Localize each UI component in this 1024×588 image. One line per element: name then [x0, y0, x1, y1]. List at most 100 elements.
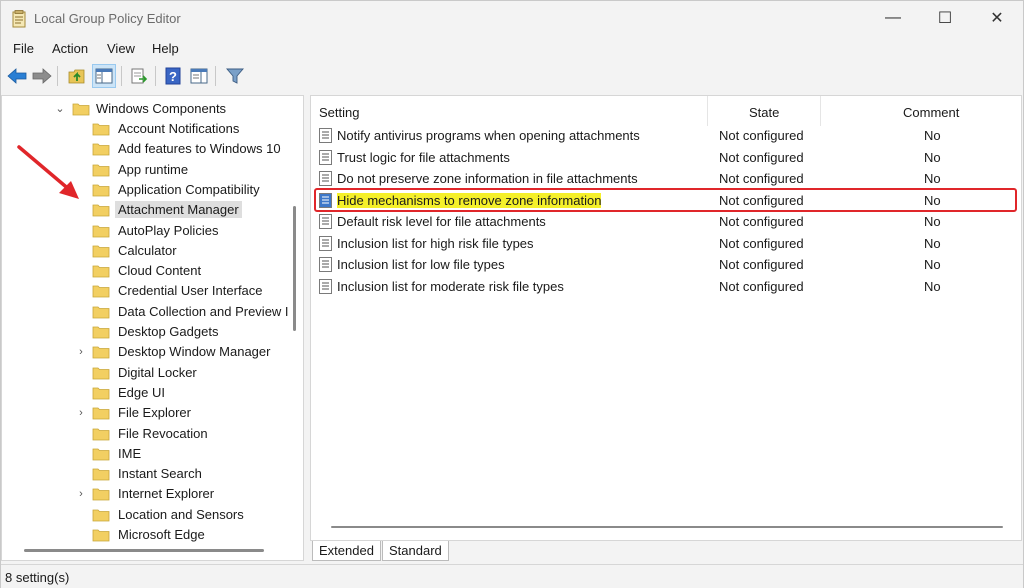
tree-item-windows-components[interactable]: ⌄ Windows Components	[2, 99, 292, 119]
setting-state: Not configured	[719, 278, 804, 294]
export-list-button[interactable]	[127, 64, 151, 88]
folder-icon	[92, 387, 110, 400]
back-button[interactable]	[5, 64, 29, 88]
tree-item[interactable]: Microsoft Edge	[2, 525, 292, 545]
folder-open-icon	[72, 103, 90, 116]
tree-item-label: Internet Explorer	[118, 486, 215, 502]
folder-icon	[92, 428, 110, 440]
table-row[interactable]: Inclusion list for low file types Not con…	[311, 254, 1021, 275]
policy-setting-icon	[319, 149, 332, 165]
folder-icon	[92, 468, 110, 481]
tree-item-label: Windows Components	[96, 101, 227, 116]
show-hide-tree-icon	[95, 68, 113, 84]
table-row[interactable]: Inclusion list for moderate risk file ty…	[311, 276, 1021, 297]
column-header-comment[interactable]: Comment	[821, 96, 1021, 126]
tree-item[interactable]: Credential User Interface	[2, 281, 292, 301]
tree-item[interactable]: Desktop Gadgets	[2, 322, 292, 342]
folder-icon	[92, 488, 110, 501]
setting-name: Do not preserve zone information in file…	[337, 171, 638, 186]
tree-item-label: Digital Locker	[118, 364, 197, 380]
tree-item-label: Microsoft Edge	[118, 527, 205, 542]
column-header-state[interactable]: State	[708, 96, 820, 126]
chevron-right-icon[interactable]: ›	[75, 406, 87, 420]
menu-file[interactable]: File	[13, 41, 34, 56]
tree-horizontal-scrollbar[interactable]	[24, 549, 264, 552]
tree-item[interactable]: Digital Locker	[2, 363, 292, 383]
minimize-button[interactable]: —	[867, 1, 919, 35]
folder-icon	[92, 326, 110, 339]
setting-state: Not configured	[719, 257, 804, 272]
tree-item[interactable]: IME	[2, 444, 292, 464]
tree-item[interactable]: Edge UI	[2, 383, 292, 403]
tree-item[interactable]: Calculator	[2, 241, 292, 261]
red-arrow-annotation	[17, 145, 79, 199]
tab-standard[interactable]: Standard	[382, 541, 449, 561]
tree-item[interactable]: › Desktop Window Manager	[2, 342, 292, 362]
toolbar-separator	[121, 66, 122, 86]
tree-item-label: File Explorer	[118, 405, 191, 421]
setting-comment: No	[924, 257, 941, 272]
column-header-label: Comment	[903, 105, 960, 120]
chevron-right-icon[interactable]: ›	[75, 345, 87, 359]
folder-icon	[92, 448, 110, 461]
folder-icon	[92, 306, 110, 319]
export-list-icon	[131, 68, 148, 84]
tree-item-label: IME	[118, 445, 142, 461]
folder-icon	[92, 407, 110, 420]
table-row[interactable]: Trust logic for file attachments Not conf…	[311, 147, 1021, 168]
show-hide-tree-button[interactable]	[92, 64, 116, 88]
setting-state: Not configured	[719, 235, 804, 251]
menu-view[interactable]: View	[107, 41, 135, 56]
table-row[interactable]: Inclusion list for high risk file types N…	[311, 233, 1021, 254]
show-hide-action-pane-button[interactable]	[187, 64, 211, 88]
maximize-button[interactable]: ☐	[919, 1, 971, 35]
policy-setting-icon	[319, 235, 332, 251]
highlight-annotation-box	[314, 188, 1017, 212]
tree-item-label: Credential User Interface	[118, 283, 263, 299]
tree-item[interactable]: Account Notifications	[2, 119, 292, 139]
column-header-setting[interactable]: Setting	[311, 96, 707, 126]
tree-item[interactable]: Data Collection and Preview I	[2, 302, 292, 322]
chevron-down-icon[interactable]: ⌄	[54, 102, 66, 116]
help-button[interactable]: ?	[161, 64, 185, 88]
setting-state: Not configured	[719, 128, 804, 143]
tree-item[interactable]: › File Explorer	[2, 403, 292, 423]
close-button[interactable]: ✕	[971, 1, 1023, 35]
tree-item[interactable]: › Internet Explorer	[2, 484, 292, 504]
tree-item-label: Instant Search	[118, 466, 202, 482]
status-bar: 8 setting(s)	[1, 564, 1023, 588]
filter-icon	[226, 68, 244, 84]
policy-setting-icon	[319, 257, 332, 272]
chevron-right-icon[interactable]: ›	[75, 487, 87, 501]
title-bar: Local Group Policy Editor — ☐ ✕	[1, 1, 1023, 37]
tree-item[interactable]: File Revocation	[2, 424, 292, 444]
table-row[interactable]: Do not preserve zone information in file…	[311, 168, 1021, 189]
list-horizontal-scrollbar[interactable]	[331, 526, 1003, 528]
tree-item-label: Data Collection and Preview I	[118, 303, 289, 319]
folder-icon	[92, 245, 110, 258]
tree-item[interactable]: Location and Sensors	[2, 505, 292, 525]
tree-item-label: File Revocation	[118, 425, 208, 441]
folder-icon	[92, 265, 110, 278]
column-header-label: State	[749, 105, 780, 120]
setting-name: Trust logic for file attachments	[337, 149, 510, 165]
forward-button[interactable]	[30, 64, 54, 88]
setting-name: Inclusion list for moderate risk file ty…	[337, 278, 564, 294]
tree-item-label: Cloud Content	[118, 263, 202, 279]
tab-extended[interactable]: Extended	[312, 541, 381, 561]
toolbar-separator	[57, 66, 58, 86]
filter-button[interactable]	[223, 64, 247, 88]
tree-item[interactable]: Instant Search	[2, 464, 292, 484]
table-row[interactable]: Notify antivirus programs when opening a…	[311, 125, 1021, 146]
tree-item-label: Application Compatibility	[118, 181, 260, 197]
folder-icon	[92, 123, 110, 136]
close-icon: ✕	[990, 10, 1004, 27]
table-row[interactable]: Default risk level for file attachments N…	[311, 211, 1021, 232]
up-button[interactable]	[65, 64, 89, 88]
tree-vertical-scrollbar[interactable]	[293, 206, 296, 331]
tree-item[interactable]: Cloud Content	[2, 261, 292, 281]
tree-item[interactable]: AutoPlay Policies	[2, 221, 292, 241]
menu-bar: File Action View Help	[1, 38, 1023, 60]
menu-help[interactable]: Help	[152, 41, 179, 56]
menu-action[interactable]: Action	[52, 41, 88, 56]
